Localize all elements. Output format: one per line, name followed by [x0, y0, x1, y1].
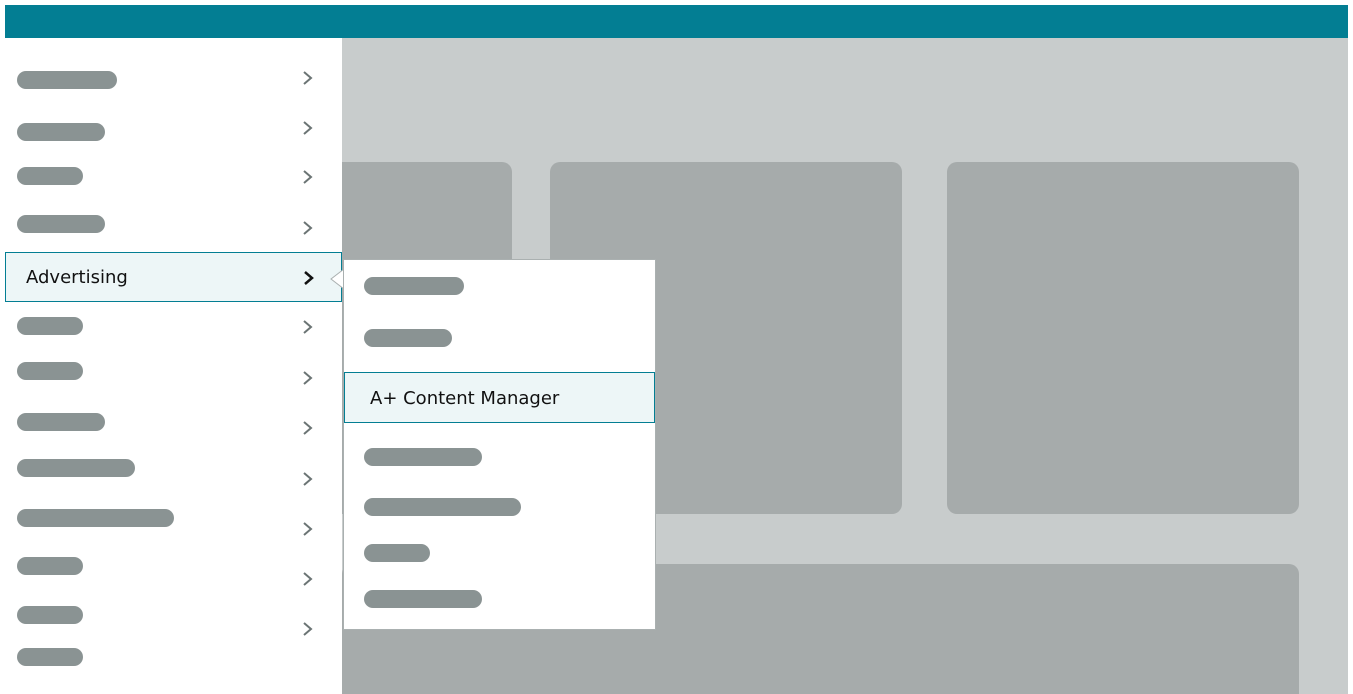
menu-item-placeholder[interactable]	[5, 508, 342, 558]
chevron-right-icon	[301, 318, 315, 336]
placeholder-label	[364, 544, 430, 562]
placeholder-label	[17, 606, 83, 624]
placeholder-label	[17, 215, 105, 233]
chevron-right-icon	[301, 369, 315, 387]
placeholder-label	[17, 413, 105, 431]
dashboard-card	[947, 162, 1299, 514]
placeholder-label	[17, 459, 135, 477]
menu-item-placeholder[interactable]	[5, 556, 342, 606]
menu-item-placeholder[interactable]	[5, 107, 342, 157]
placeholder-label	[17, 509, 174, 527]
menu-item-placeholder[interactable]	[5, 643, 342, 693]
placeholder-label	[17, 317, 83, 335]
chevron-right-icon	[301, 219, 315, 237]
submenu-item-placeholder[interactable]	[344, 490, 655, 530]
submenu-item-placeholder[interactable]	[344, 536, 655, 576]
placeholder-label	[364, 329, 452, 347]
main-menu-sidebar: Advertising	[5, 38, 342, 694]
chevron-right-icon	[301, 620, 315, 638]
chevron-right-icon	[302, 269, 316, 287]
submenu-item-placeholder[interactable]	[344, 268, 655, 308]
placeholder-label	[17, 71, 117, 89]
submenu-item-a-plus-content-manager[interactable]: A+ Content Manager	[344, 372, 655, 423]
placeholder-label	[364, 498, 521, 516]
chevron-right-icon	[301, 119, 315, 137]
chevron-right-icon	[301, 69, 315, 87]
submenu-item-placeholder[interactable]	[344, 582, 655, 622]
advertising-submenu: A+ Content Manager	[343, 259, 656, 630]
placeholder-label	[364, 277, 464, 295]
submenu-item-placeholder[interactable]	[344, 318, 655, 358]
menu-item-placeholder[interactable]	[5, 207, 342, 257]
chevron-right-icon	[301, 419, 315, 437]
menu-item-advertising[interactable]: Advertising	[5, 252, 342, 302]
chevron-right-icon	[301, 168, 315, 186]
top-navigation-bar	[5, 5, 1348, 38]
placeholder-label	[364, 590, 482, 608]
chevron-right-icon	[301, 470, 315, 488]
menu-item-placeholder[interactable]	[5, 359, 342, 409]
placeholder-label	[17, 557, 83, 575]
menu-item-placeholder[interactable]	[5, 458, 342, 508]
submenu-item-label: A+ Content Manager	[370, 388, 560, 409]
menu-item-placeholder[interactable]	[5, 309, 342, 359]
menu-item-placeholder[interactable]	[5, 409, 342, 459]
app-frame: Advertising A+ Content Manager	[0, 0, 1353, 694]
menu-item-label: Advertising	[26, 267, 128, 288]
chevron-right-icon	[301, 570, 315, 588]
chevron-right-icon	[301, 520, 315, 538]
menu-item-placeholder[interactable]	[5, 157, 342, 207]
placeholder-label	[364, 448, 482, 466]
placeholder-label	[17, 362, 83, 380]
submenu-item-placeholder[interactable]	[344, 440, 655, 480]
placeholder-label	[17, 648, 83, 666]
menu-item-placeholder[interactable]	[5, 56, 342, 106]
placeholder-label	[17, 167, 83, 185]
placeholder-label	[17, 123, 105, 141]
